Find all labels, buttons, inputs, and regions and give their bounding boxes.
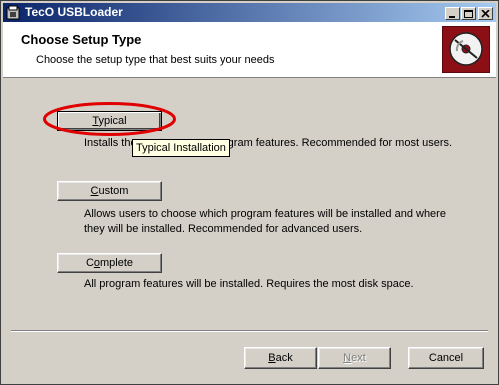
custom-description-line-1: Allows users to choose which program fea…	[84, 208, 446, 220]
maximize-button[interactable]	[461, 7, 476, 20]
footer-divider	[11, 330, 488, 332]
next-label-post: ext	[351, 352, 366, 364]
highlight-ring-annotation	[43, 102, 176, 136]
page-title: Choose Setup Type	[21, 32, 142, 47]
back-label-post: ack	[275, 352, 293, 364]
complete-description: All program features will be installed. …	[84, 277, 414, 292]
window-title: TecO USBLoader	[25, 5, 123, 19]
header-banner: Choose Setup Type Choose the setup type …	[3, 22, 496, 78]
complete-button[interactable]: Complete	[57, 253, 162, 273]
minimize-icon	[449, 15, 455, 18]
minimize-button[interactable]	[445, 7, 460, 20]
setup-window: TecO USBLoader Choose Setup Type Choose …	[0, 0, 499, 385]
page-subtitle: Choose the setup type that best suits yo…	[36, 54, 275, 66]
complete-label-pre: C	[85, 257, 94, 269]
custom-button[interactable]: Custom	[57, 181, 162, 201]
custom-label-post: ustom	[98, 185, 129, 197]
next-button[interactable]: Next	[318, 347, 391, 369]
close-window-button[interactable]	[478, 7, 493, 20]
typical-tooltip: Typical Installation	[132, 139, 230, 157]
custom-description-line-2: they will be installed. Recommended for …	[84, 223, 363, 235]
back-label-accel: B	[268, 352, 276, 364]
complete-label-post: mplete	[100, 257, 134, 269]
title-bar[interactable]: TecO USBLoader	[3, 3, 496, 22]
next-label-accel: N	[343, 352, 352, 364]
maximize-icon	[464, 9, 473, 18]
installer-app-icon	[6, 5, 20, 20]
close-icon	[481, 9, 490, 18]
complete-description-line: All program features will be installed. …	[84, 278, 414, 290]
cancel-button[interactable]: Cancel	[408, 347, 484, 369]
custom-description: Allows users to choose which program fea…	[84, 207, 446, 237]
disc-logo-icon	[442, 26, 490, 73]
back-button[interactable]: Back	[244, 347, 317, 369]
